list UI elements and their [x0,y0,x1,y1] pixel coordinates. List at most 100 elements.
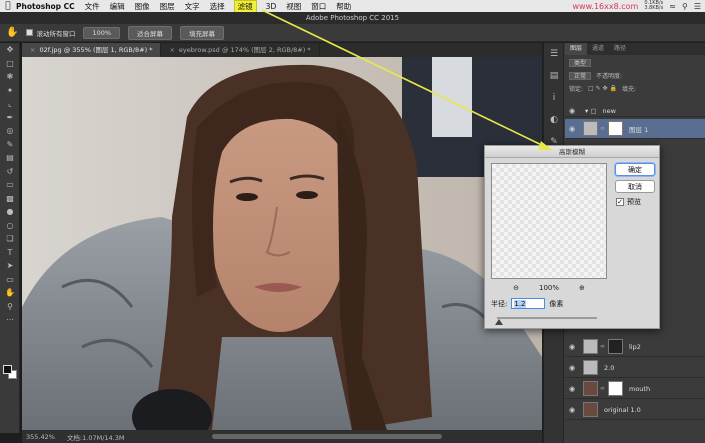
zoom-100-button[interactable]: 100% [83,26,121,39]
layer-row[interactable]: ◉ 2.0 [565,358,705,378]
history-panel-icon[interactable]: ☰ [544,43,564,65]
eraser-tool-icon[interactable]: ▭ [0,178,20,192]
info-panel-icon[interactable]: i [544,87,564,109]
type-tool-icon[interactable]: T [0,246,20,260]
pen-tool-icon[interactable]: ❏ [0,232,20,246]
tab-channels[interactable]: 通道 [587,43,609,55]
menu-layer[interactable]: 图层 [160,1,175,12]
menu-help[interactable]: 帮助 [336,1,351,12]
layer-group-new[interactable]: ◉ ▾ ▢ new [565,105,705,117]
visibility-eye-icon[interactable]: ◉ [565,343,579,351]
blur-preview[interactable] [491,163,607,279]
fill-screen-button[interactable]: 填充屏幕 [180,25,225,40]
layer-kind-select[interactable]: 类型 [569,58,592,67]
tab-eyebrow[interactable]: × eyebrow.psd @ 174% (图层 2, RGB/8#) * [161,43,320,57]
crop-tool-icon[interactable]: ⌞ [0,97,20,111]
menu-3d[interactable]: 3D [266,2,277,11]
layer-mask-thumbnail[interactable] [608,121,623,136]
opacity-label: 不透明度: [596,73,623,80]
close-tab-icon[interactable]: × [169,46,174,54]
layer-row[interactable]: ◉ ∞ mouth [565,379,705,399]
layer-mask-thumbnail[interactable] [608,339,623,354]
layer-thumbnail [583,339,598,354]
hand-tool-icon[interactable]: ✋ [6,27,18,38]
preview-zoom-value: 100% [538,284,559,292]
move-tool-icon[interactable]: ✥ [0,43,20,57]
layer-row[interactable]: ◉ original 1.0 [565,400,705,420]
lock-row: 锁定: □ ✎ ✥ 🔒 填充: [565,83,705,94]
shape-tool-icon[interactable]: ▭ [0,273,20,287]
visibility-eye-icon[interactable]: ◉ [565,107,579,115]
layer-filter-row: 类型 [565,57,705,68]
dialog-title: 高斯模糊 [485,146,659,158]
visibility-eye-icon[interactable]: ◉ [565,125,579,133]
layer-name: original 1.0 [604,405,641,414]
radius-slider-track[interactable] [497,317,597,319]
layer-thumbnail [583,381,598,396]
adjustments-panel-icon[interactable]: ◐ [544,109,564,131]
scroll-all-checkbox[interactable] [26,28,34,36]
clone-stamp-tool-icon[interactable]: ▤ [0,151,20,165]
properties-panel-icon[interactable]: ▤ [544,65,564,87]
menu-filter[interactable]: 滤镜 [233,0,257,13]
layer-row-selected[interactable]: ◉ ∞ 图层 1 [565,119,705,139]
radius-slider-thumb[interactable] [495,319,503,325]
app-menu[interactable]: Photoshop CC [16,2,75,11]
apple-menu-icon[interactable]:  [0,1,16,11]
layer-row[interactable]: ◉ ∞ lip2 [565,337,705,357]
ok-button[interactable]: 确定 [615,163,655,176]
menu-image[interactable]: 图像 [135,1,150,12]
radius-value: 1.2 [514,300,526,308]
menu-tray: www.16xx8.com 0.1KB/s 3.8KB/s ≈ ⚲ ☰ [573,0,702,12]
layer-mask-thumbnail[interactable] [608,381,623,396]
hand-tool-panel-icon[interactable]: ✋ [0,286,20,300]
radius-input[interactable]: 1.2 [511,298,546,309]
eyedropper-tool-icon[interactable]: ✒ [0,111,20,125]
close-tab-icon[interactable]: × [30,46,35,54]
visibility-eye-icon[interactable]: ◉ [565,364,579,372]
history-brush-tool-icon[interactable]: ↺ [0,165,20,179]
tab-label: 02f.jpg @ 355% (图层 1, RGB/8#) * [39,46,153,54]
gradient-tool-icon[interactable]: ▩ [0,192,20,206]
radius-row: 半径: 1.2 像素 [491,298,563,309]
healing-tool-icon[interactable]: ◎ [0,124,20,138]
tab-paths[interactable]: 路径 [609,43,631,55]
preview-toggle[interactable]: ✓ 预览 [616,197,641,207]
tab-02f[interactable]: × 02f.jpg @ 355% (图层 1, RGB/8#) * [22,43,162,57]
brush-tool-icon[interactable]: ✎ [0,138,20,152]
search-icon[interactable]: ⚲ [682,2,688,11]
magic-wand-tool-icon[interactable]: ✦ [0,84,20,98]
tab-layers[interactable]: 图层 [565,43,588,55]
path-selection-tool-icon[interactable]: ➤ [0,259,20,273]
visibility-eye-icon[interactable]: ◉ [565,385,579,393]
wifi-icon[interactable]: ≈ [669,2,676,11]
preview-checkbox[interactable]: ✓ [616,198,624,206]
fit-screen-button[interactable]: 适合屏幕 [128,25,173,40]
zoom-readout[interactable]: 355.42% [26,433,55,441]
document-size[interactable]: 文档:1.07M/14.3M [67,432,125,442]
foreground-color-swatch[interactable] [3,365,12,374]
visibility-eye-icon[interactable]: ◉ [565,406,579,414]
blur-tool-icon[interactable]: ● [0,205,20,219]
menu-window[interactable]: 窗口 [311,1,326,12]
zoom-tool-icon[interactable]: ⚲ [0,300,20,314]
lasso-tool-icon[interactable]: ❃ [0,70,20,84]
zoom-out-icon[interactable]: ⊖ [513,284,519,292]
horizontal-scrollbar[interactable] [212,434,442,439]
cancel-button[interactable]: 取消 [615,180,655,193]
document-canvas[interactable] [22,57,542,430]
menu-file[interactable]: 文件 [85,1,100,12]
menu-type[interactable]: 文字 [185,1,200,12]
marquee-tool-icon[interactable]: □ [0,57,20,71]
dodge-tool-icon[interactable]: ○ [0,219,20,233]
menu-list-icon[interactable]: ☰ [694,2,701,11]
zoom-in-icon[interactable]: ⊕ [579,284,585,292]
menu-view[interactable]: 视图 [286,1,301,12]
menu-select[interactable]: 选择 [210,1,225,12]
scroll-all-windows[interactable]: 滚动所有窗口 [26,28,75,38]
more-tools-icon[interactable]: ⋯ [0,313,20,327]
layer-thumbnail [583,360,598,375]
blend-mode-select[interactable]: 正常 [569,71,592,80]
lock-icons[interactable]: □ ✎ ✥ 🔒 [588,85,617,92]
menu-edit[interactable]: 编辑 [110,1,125,12]
